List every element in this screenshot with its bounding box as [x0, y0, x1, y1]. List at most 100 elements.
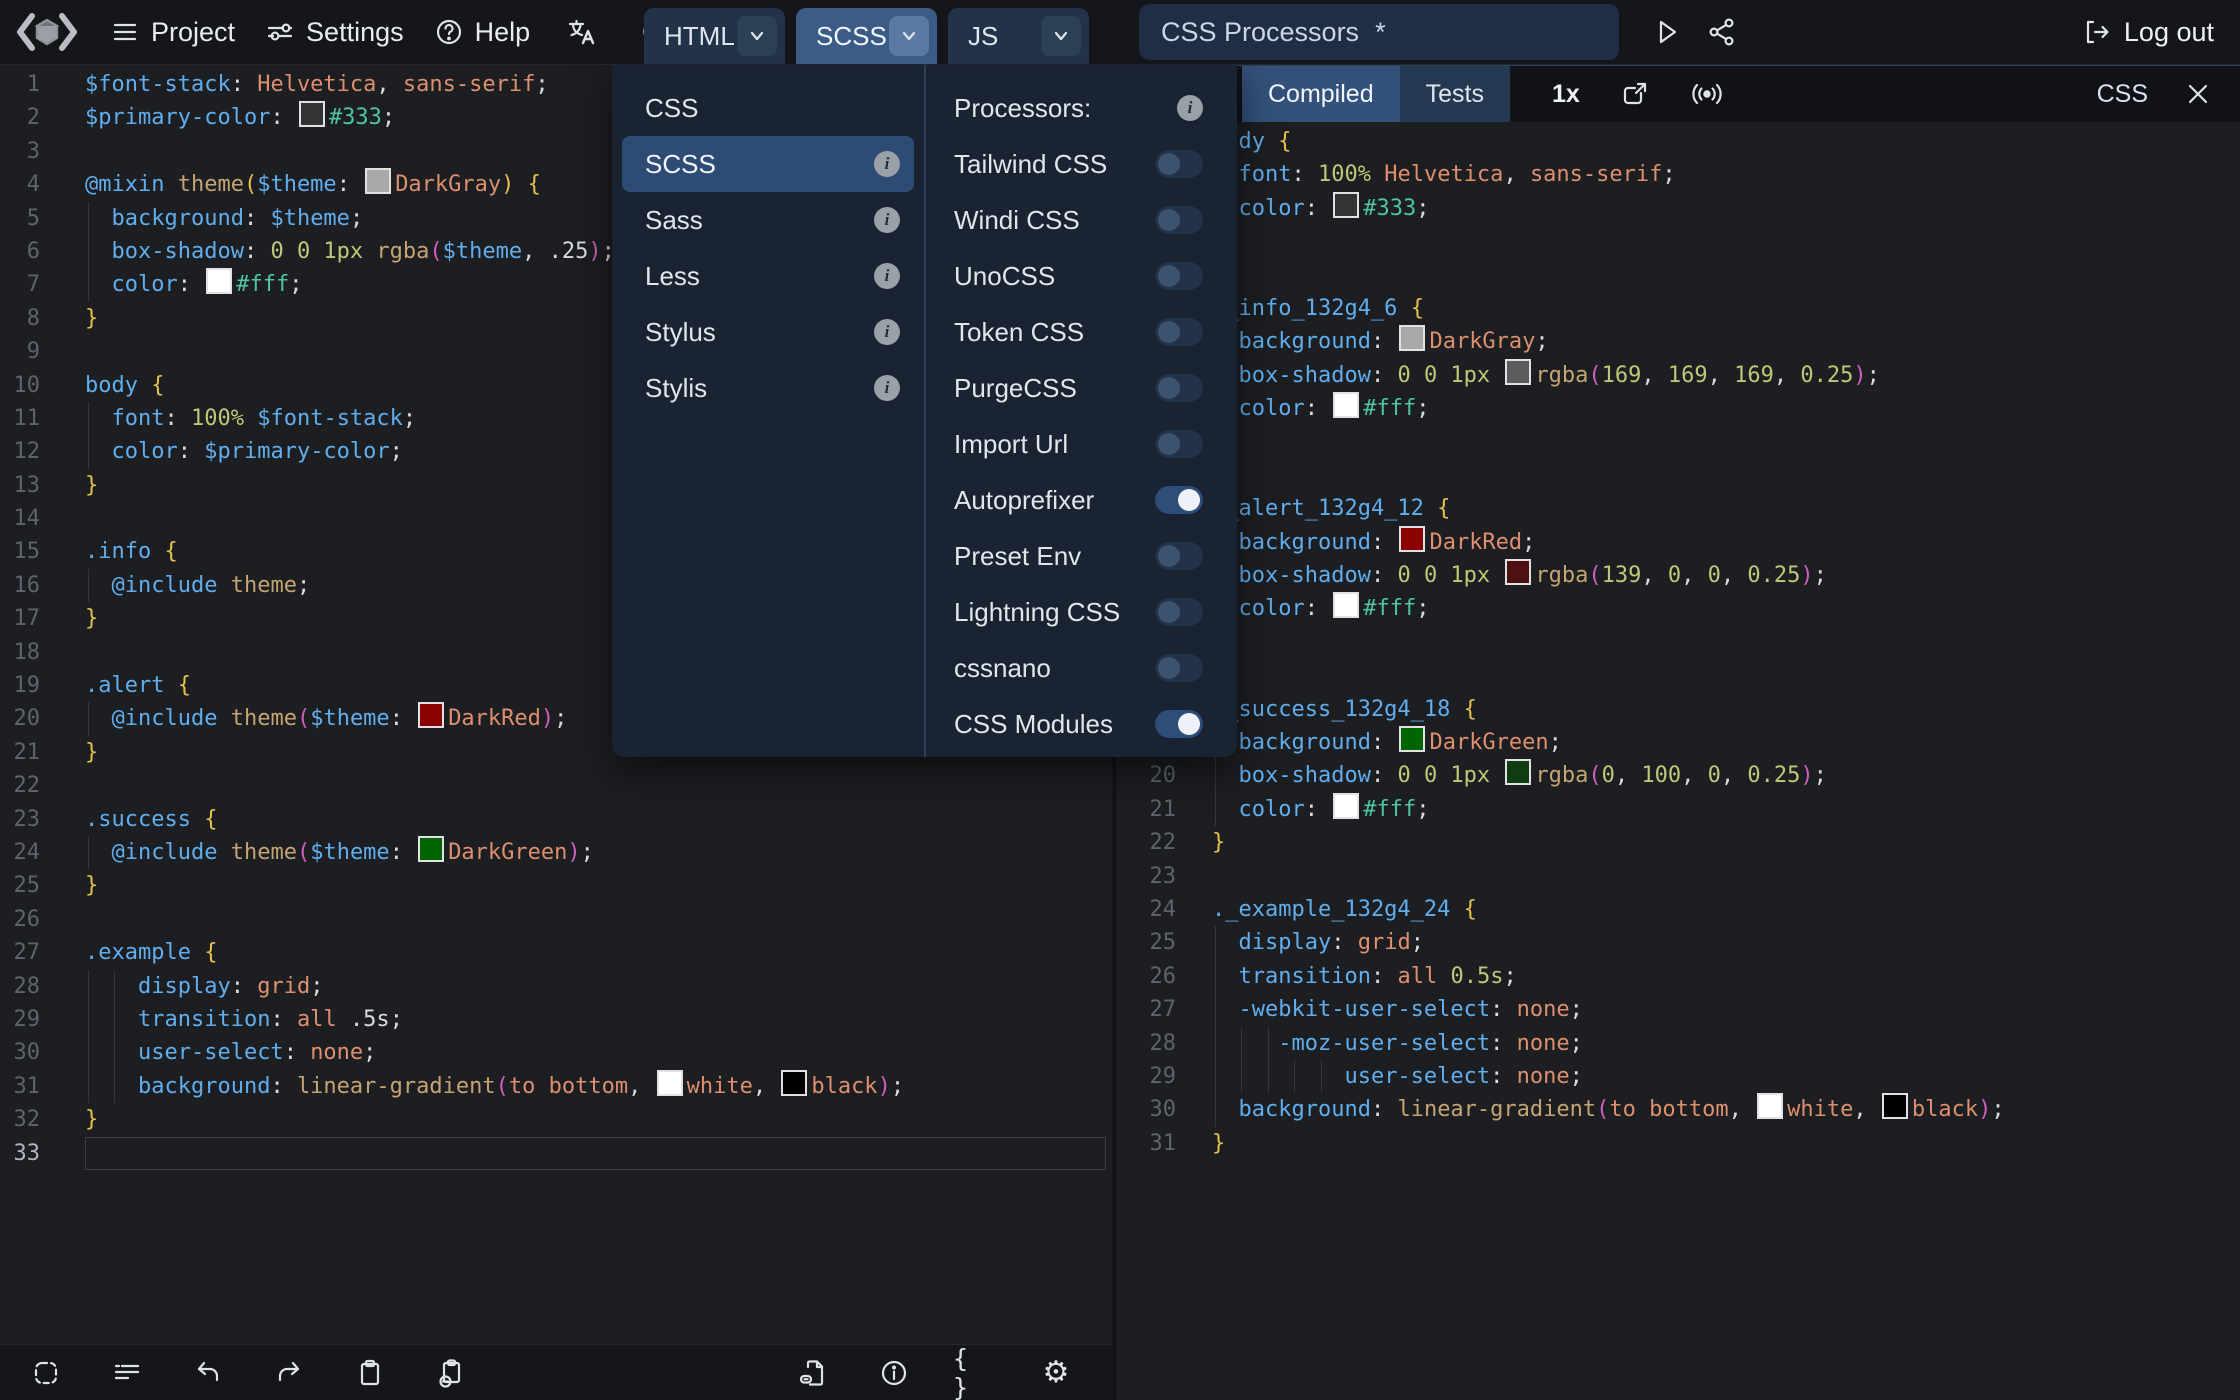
color-swatch[interactable]	[1399, 525, 1426, 552]
code-line[interactable]: 28 display: grid;	[0, 969, 1112, 1003]
code-line[interactable]: 33	[0, 1136, 1112, 1170]
toggle-purgecss[interactable]	[1155, 374, 1203, 402]
info-icon[interactable]: i	[874, 375, 900, 401]
code-line[interactable]: 22}	[1116, 826, 2240, 859]
compiled-css-output[interactable]: 1body {2 font: 100% Helvetica, sans-seri…	[1116, 122, 2240, 1160]
code-line[interactable]: 23 .success {	[0, 803, 1112, 836]
paste-button[interactable]	[348, 1351, 392, 1395]
code-line[interactable]: 10}	[1116, 426, 2240, 459]
code-line[interactable]: 31 background: linear-gradient(to bottom…	[0, 1069, 1112, 1104]
live-reload-button[interactable]	[1690, 79, 1724, 109]
color-swatch[interactable]	[1399, 325, 1426, 352]
code-line[interactable]: 5	[1116, 259, 2240, 292]
toggle-css-modules[interactable]	[1155, 710, 1203, 738]
redo-button[interactable]	[267, 1351, 311, 1395]
color-swatch[interactable]	[1333, 392, 1360, 419]
open-external-button[interactable]	[1620, 79, 1650, 109]
code-line[interactable]: 16}	[1116, 626, 2240, 659]
color-swatch[interactable]	[1333, 191, 1360, 218]
code-line[interactable]: 25}	[0, 869, 1112, 902]
undo-button[interactable]	[186, 1351, 230, 1395]
code-line[interactable]: 9 color: #fff;	[1116, 392, 2240, 426]
code-line[interactable]: 30 background: linear-gradient(to bottom…	[1116, 1093, 2240, 1127]
code-line[interactable]: 15 color: #fff;	[1116, 592, 2240, 626]
color-swatch[interactable]	[1505, 559, 1532, 586]
copy-button[interactable]	[429, 1351, 473, 1395]
code-line[interactable]: 19 background: DarkGreen;	[1116, 726, 2240, 760]
color-swatch[interactable]	[365, 168, 392, 195]
code-line[interactable]: 20 box-shadow: 0 0 1px rgba(0, 100, 0, 0…	[1116, 759, 2240, 793]
translate-icon[interactable]	[560, 10, 604, 54]
code-line[interactable]: 6._info_132g4_6 {	[1116, 292, 2240, 325]
toggle-autoprefixer[interactable]	[1155, 486, 1203, 514]
code-line[interactable]: 1body {	[1116, 125, 2240, 158]
color-swatch[interactable]	[781, 1069, 808, 1096]
logout-button[interactable]: Log out	[2082, 0, 2214, 64]
code-line[interactable]: 22	[0, 769, 1112, 802]
toggle-windi-css[interactable]	[1155, 206, 1203, 234]
code-line[interactable]: 12._alert_132g4_12 {	[1116, 492, 2240, 525]
color-swatch[interactable]	[1757, 1093, 1784, 1120]
tab-html-dropdown-button[interactable]	[737, 16, 777, 56]
info-button[interactable]	[872, 1351, 916, 1395]
code-line[interactable]: 2 font: 100% Helvetica, sans-serif;	[1116, 158, 2240, 192]
toggle-import-url[interactable]	[1155, 430, 1203, 458]
color-swatch[interactable]	[1505, 358, 1532, 385]
code-line[interactable]: 21 color: #fff;	[1116, 792, 2240, 827]
language-option-css[interactable]: CSS	[622, 80, 914, 136]
tab-compiled[interactable]: Compiled	[1242, 66, 1400, 122]
code-line[interactable]: 27 -webkit-user-select: none;	[1116, 993, 2240, 1027]
code-line[interactable]: 8 box-shadow: 0 0 1px rgba(169, 169, 169…	[1116, 358, 2240, 393]
project-title-field[interactable]: CSS Processors *	[1139, 4, 1619, 60]
code-line[interactable]: 31}	[1116, 1127, 2240, 1160]
info-icon[interactable]: i	[874, 319, 900, 345]
language-option-stylis[interactable]: Stylis i	[622, 360, 914, 416]
tab-scss[interactable]: SCSS	[796, 8, 937, 64]
color-swatch[interactable]	[418, 702, 445, 729]
close-pane-button[interactable]	[2176, 72, 2220, 116]
select-all-button[interactable]	[24, 1351, 68, 1395]
code-line[interactable]: 30 user-select: none;	[0, 1036, 1112, 1070]
color-swatch[interactable]	[1333, 592, 1360, 619]
tab-js[interactable]: JS	[948, 8, 1089, 64]
color-swatch[interactable]	[656, 1069, 683, 1096]
code-line[interactable]: 28 -moz-user-select: none;	[1116, 1026, 2240, 1060]
color-swatch[interactable]	[418, 835, 445, 862]
code-line[interactable]: 24 @include theme($theme: DarkGreen);	[0, 835, 1112, 870]
language-option-scss[interactable]: SCSS i	[622, 136, 914, 192]
code-line[interactable]: 3 color: #333;	[1116, 191, 2240, 226]
info-icon[interactable]: i	[874, 207, 900, 233]
toggle-token-css[interactable]	[1155, 318, 1203, 346]
tab-js-dropdown-button[interactable]	[1041, 16, 1081, 56]
toggle-unocss[interactable]	[1155, 262, 1203, 290]
color-swatch[interactable]	[1505, 759, 1532, 786]
code-line[interactable]: 17	[1116, 659, 2240, 692]
code-line[interactable]: 29 transition: all .5s;	[0, 1002, 1112, 1037]
code-line[interactable]: 4}	[1116, 225, 2240, 258]
run-button[interactable]	[1645, 10, 1689, 54]
code-line[interactable]: 27 .example {	[0, 936, 1112, 969]
color-swatch[interactable]	[298, 101, 325, 128]
code-line[interactable]: 24 ._example_132g4_24 {	[1116, 893, 2240, 926]
code-line[interactable]: 18._success_132g4_18 {	[1116, 693, 2240, 726]
code-line[interactable]: 32}	[0, 1103, 1112, 1136]
color-swatch[interactable]	[1399, 726, 1426, 753]
code-line[interactable]: 11	[1116, 459, 2240, 492]
language-option-less[interactable]: Less i	[622, 248, 914, 304]
color-swatch[interactable]	[1333, 792, 1360, 819]
info-icon[interactable]: i	[874, 263, 900, 289]
info-icon[interactable]: i	[874, 151, 900, 177]
info-icon[interactable]: i	[1177, 95, 1203, 121]
color-swatch[interactable]	[1881, 1093, 1908, 1120]
language-option-sass[interactable]: Sass i	[622, 192, 914, 248]
toggle-preset-env[interactable]	[1155, 542, 1203, 570]
code-line[interactable]: 14 box-shadow: 0 0 1px rgba(139, 0, 0, 0…	[1116, 559, 2240, 593]
tab-scss-dropdown-button[interactable]	[889, 16, 929, 56]
language-option-stylus[interactable]: Stylus i	[622, 304, 914, 360]
tab-html[interactable]: HTML	[644, 8, 785, 64]
toggle-tailwind-css[interactable]	[1155, 150, 1203, 178]
editor-settings-gear-icon[interactable]: ⚙	[1034, 1351, 1078, 1395]
code-line[interactable]: 26 transition: all 0.5s;	[1116, 959, 2240, 994]
code-line[interactable]: 23	[1116, 860, 2240, 893]
toggle-cssnano[interactable]	[1155, 654, 1203, 682]
